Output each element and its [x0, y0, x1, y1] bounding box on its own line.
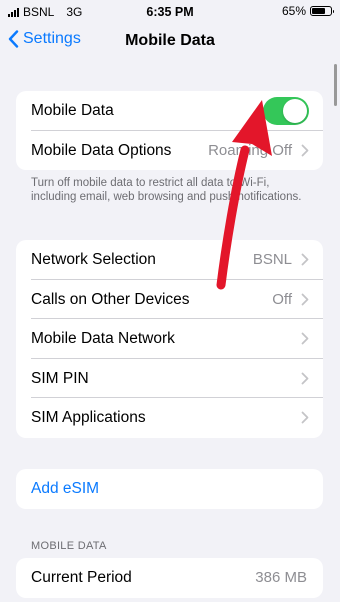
- status-bar: BSNL 3G 6:35 PM 65%: [0, 0, 340, 24]
- current-period-row: Current Period 386 MB: [16, 558, 323, 598]
- current-period-label: Current Period: [31, 569, 132, 586]
- add-esim-label: Add eSIM: [31, 480, 100, 497]
- esim-group: Add eSIM: [16, 469, 323, 509]
- chevron-right-icon: [301, 293, 309, 305]
- mobile-data-toggle[interactable]: [263, 97, 309, 125]
- sim-pin-row[interactable]: SIM PIN: [16, 359, 323, 399]
- current-period-value: 386 MB: [255, 569, 307, 586]
- mobile-data-options-label: Mobile Data Options: [31, 141, 172, 159]
- sim-applications-row[interactable]: SIM Applications: [16, 398, 323, 438]
- calls-on-other-devices-row[interactable]: Calls on Other Devices Off: [16, 280, 323, 320]
- mobile-data-options-value: Roaming Off: [208, 141, 292, 159]
- calls-on-other-devices-value: Off: [272, 290, 292, 308]
- mobile-data-network-row[interactable]: Mobile Data Network: [16, 319, 323, 359]
- page-title: Mobile Data: [125, 32, 215, 49]
- navigation-bar: Settings Mobile Data: [0, 24, 340, 60]
- mobile-data-group: Mobile Data Mobile Data Options Roaming …: [16, 91, 323, 170]
- sim-applications-label: SIM Applications: [31, 409, 146, 426]
- sim-pin-label: SIM PIN: [31, 369, 89, 387]
- network-selection-row[interactable]: Network Selection BSNL: [16, 240, 323, 280]
- chevron-right-icon: [301, 332, 309, 345]
- chevron-right-icon: [301, 411, 309, 424]
- calls-on-other-devices-label: Calls on Other Devices: [31, 290, 190, 308]
- chevron-right-icon: [301, 144, 309, 156]
- status-right: 65%: [281, 4, 334, 18]
- network-selection-value: BSNL: [252, 251, 292, 268]
- chevron-right-icon: [301, 372, 309, 384]
- mobile-data-row: Mobile Data: [16, 91, 323, 131]
- mobile-data-footer-text: Turn off mobile data to restrict all dat…: [31, 177, 302, 203]
- mobile-data-label: Mobile Data: [31, 102, 114, 119]
- mobile-data-section-header: MOBILE DATA: [31, 540, 107, 552]
- battery-percent: 65%: [281, 4, 306, 18]
- chevron-right-icon: [301, 253, 309, 266]
- add-esim-row[interactable]: Add eSIM: [16, 469, 323, 509]
- battery-icon: [310, 6, 334, 16]
- mobile-data-usage-group: Current Period 386 MB: [16, 558, 323, 598]
- network-settings-group: Network Selection BSNL Calls on Other De…: [16, 240, 323, 438]
- mobile-data-network-label: Mobile Data Network: [31, 330, 175, 347]
- scroll-indicator[interactable]: [334, 64, 337, 106]
- network-selection-label: Network Selection: [31, 251, 156, 268]
- mobile-data-options-row[interactable]: Mobile Data Options Roaming Off: [16, 131, 323, 171]
